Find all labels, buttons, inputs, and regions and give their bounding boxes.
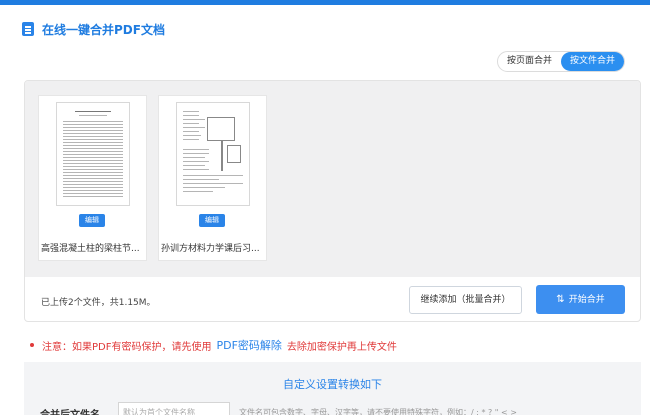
- password-notice: 注意：如果PDF有密码保护，请先使用 PDF密码解除 去除加密保护再上传文件: [30, 337, 397, 353]
- pdf-thumbnail: [176, 102, 250, 206]
- edit-button[interactable]: 编辑: [199, 214, 225, 227]
- pdf-thumbnail: [56, 102, 130, 206]
- thumbnail-figure: [207, 117, 235, 141]
- merge-by-page-button[interactable]: 按页面合并: [498, 52, 561, 71]
- thumbnail-figure: [227, 145, 241, 163]
- start-merge-label: 开始合并: [568, 295, 605, 305]
- page-title: 在线一键合并PDF文档: [42, 22, 165, 37]
- upload-panel: 编辑 高强混凝土柱的梁柱节... 编辑 孙训方材料力学课后习... 已上传2个文…: [24, 80, 641, 322]
- bullet-icon: [30, 343, 34, 347]
- notice-prefix: 注意：如果PDF有密码保护，请先使用: [42, 341, 212, 353]
- file-name: 高强混凝土柱的梁柱节...: [41, 244, 140, 254]
- document-icon: [22, 22, 34, 36]
- filename-hint: 文件名可包含数字、字母、汉字等，请不要使用特殊字符，例如：/ : * ? " <…: [239, 408, 517, 415]
- file-list-area: 编辑 高强混凝土柱的梁柱节... 编辑 孙训方材料力学课后习...: [25, 81, 640, 277]
- thumbnail-figure: [221, 141, 223, 171]
- add-more-files-button[interactable]: 继续添加（批量合并）: [409, 286, 522, 314]
- filename-label: 合并后文件名: [40, 406, 100, 415]
- file-card[interactable]: 编辑 孙训方材料力学课后习...: [158, 95, 267, 261]
- page-header: 在线一键合并PDF文档: [22, 20, 165, 38]
- merge-mode-toggle: 按页面合并 按文件合并: [497, 51, 626, 72]
- upload-status: 已上传2个文件，共1.15M。: [41, 298, 156, 308]
- merge-icon: ⇅: [556, 294, 565, 305]
- settings-title: 自定义设置转换如下: [283, 378, 382, 391]
- filename-input[interactable]: [118, 402, 230, 415]
- start-merge-button[interactable]: ⇅ 开始合并: [536, 285, 625, 314]
- file-name: 孙训方材料力学课后习...: [161, 244, 260, 254]
- notice-suffix: 去除加密保护再上传文件: [286, 341, 397, 353]
- merge-by-file-button[interactable]: 按文件合并: [561, 52, 625, 71]
- file-card[interactable]: 编辑 高强混凝土柱的梁柱节...: [38, 95, 147, 261]
- settings-section: 自定义设置转换如下 合并后文件名 文件名可包含数字、字母、汉字等，请不要使用特殊…: [24, 362, 641, 415]
- edit-button[interactable]: 编辑: [79, 214, 105, 227]
- top-accent-bar: [0, 0, 650, 5]
- pdf-unlock-link[interactable]: PDF密码解除: [216, 337, 281, 353]
